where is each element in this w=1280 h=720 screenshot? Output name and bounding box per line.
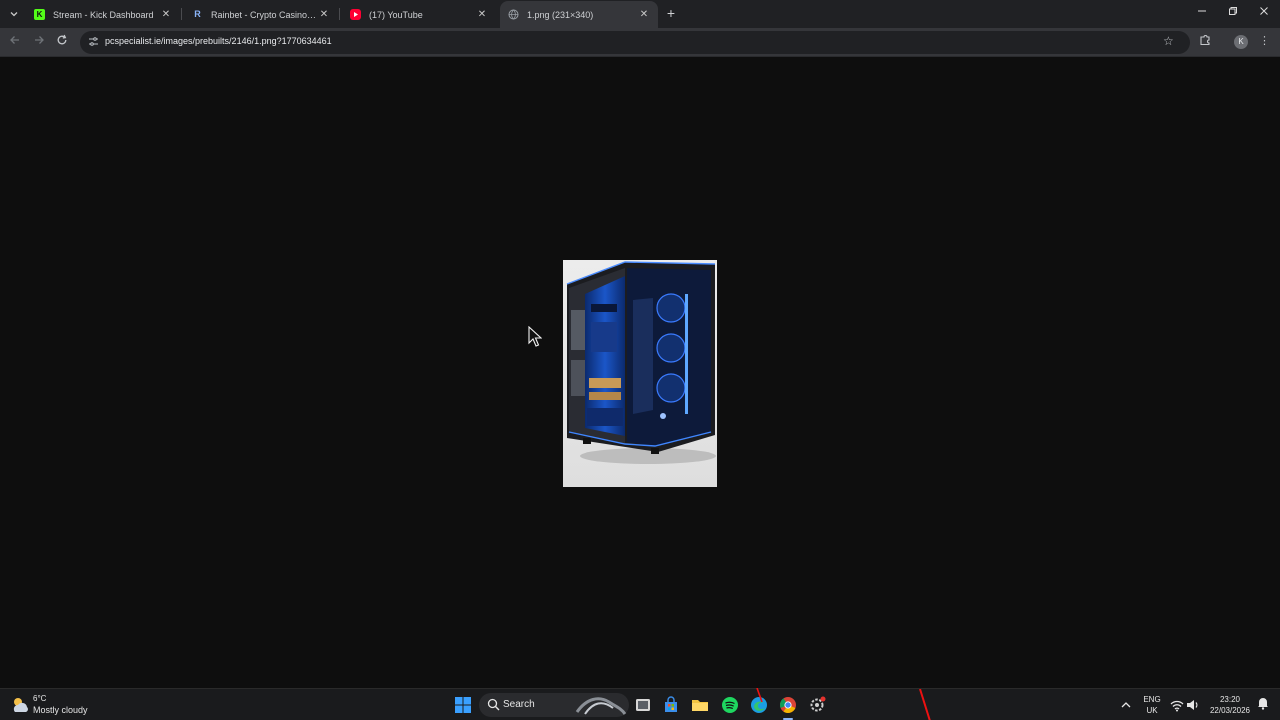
close-icon[interactable]: ✕ — [476, 9, 488, 20]
browser-toolbar: pcspecialist.ie/images/prebuilts/2146/1.… — [0, 28, 1280, 57]
folder-icon — [692, 700, 708, 711]
bell-icon — [1258, 698, 1268, 710]
close-icon[interactable]: ✕ — [160, 9, 172, 20]
tab-divider — [339, 8, 340, 20]
clock-date[interactable]: 22/03/2026 — [1205, 706, 1255, 715]
weather-description[interactable]: Mostly cloudy — [33, 705, 88, 715]
tab-title: (17) YouTube — [369, 9, 423, 20]
red-stroke-art — [756, 688, 763, 702]
gear-icon — [810, 696, 826, 712]
close-icon — [1260, 7, 1268, 15]
site-info-icon[interactable] — [87, 36, 100, 49]
language-indicator[interactable]: ENG — [1141, 695, 1163, 704]
weather-cloudy-icon[interactable] — [10, 695, 30, 718]
spotify-button[interactable] — [721, 696, 739, 714]
browser-window: K Stream - Kick Dashboard ✕ R Rainbet - … — [0, 0, 1280, 720]
tab-rainbet[interactable]: R Rainbet - Crypto Casino & Sports ✕ — [184, 1, 338, 28]
tab-image-active[interactable]: 1.png (231×340) ✕ — [500, 1, 658, 28]
tab-title: 1.png (231×340) — [527, 9, 594, 20]
back-button[interactable] — [6, 33, 24, 51]
close-icon[interactable]: ✕ — [318, 9, 330, 20]
show-hidden-icons-button[interactable] — [1117, 696, 1135, 714]
speaker-icon — [1187, 700, 1198, 710]
chrome-button[interactable] — [779, 696, 797, 714]
weather-temperature[interactable]: 6°C — [33, 694, 46, 703]
search-icon — [487, 698, 500, 711]
task-view-button[interactable] — [634, 696, 652, 714]
spotify-icon — [722, 697, 738, 713]
profile-avatar[interactable]: K — [1234, 35, 1248, 49]
chrome-icon — [780, 697, 796, 713]
volume-button[interactable] — [1184, 696, 1202, 714]
minimize-button[interactable] — [1192, 3, 1212, 23]
puzzle-icon — [1200, 35, 1210, 46]
minimize-icon — [1198, 10, 1206, 12]
extensions-button[interactable] — [1199, 33, 1213, 47]
kick-icon: K — [34, 9, 45, 20]
file-explorer-button[interactable] — [691, 696, 709, 714]
forward-button[interactable] — [30, 33, 48, 51]
windows-logo-icon — [455, 697, 471, 713]
search-label: Search — [503, 699, 535, 710]
reload-button[interactable] — [53, 33, 71, 51]
settings-app-button[interactable] — [808, 696, 826, 714]
task-view-icon — [636, 699, 650, 711]
notifications-button[interactable] — [1256, 696, 1274, 714]
image-viewer — [0, 58, 1280, 688]
close-icon[interactable]: ✕ — [638, 9, 650, 20]
tab-kick-dashboard[interactable]: K Stream - Kick Dashboard ✕ — [26, 1, 180, 28]
restore-icon — [1229, 7, 1237, 15]
tab-strip: K Stream - Kick Dashboard ✕ R Rainbet - … — [0, 0, 1280, 28]
red-stroke-art — [919, 689, 931, 720]
window-close-button[interactable] — [1254, 3, 1274, 23]
tab-divider — [181, 8, 182, 20]
keyboard-layout-indicator[interactable]: UK — [1141, 706, 1163, 715]
microsoft-store-button[interactable] — [662, 696, 680, 714]
chevron-down-icon — [10, 12, 18, 17]
search-highlight-art — [575, 697, 627, 715]
address-bar[interactable]: pcspecialist.ie/images/prebuilts/2146/1.… — [80, 31, 1190, 54]
chevron-up-icon — [1121, 702, 1131, 708]
pc-case-graphic — [563, 260, 717, 487]
globe-icon — [508, 9, 519, 20]
youtube-icon — [350, 9, 361, 20]
tab-title: Stream - Kick Dashboard — [53, 9, 154, 20]
windows-start-button[interactable] — [454, 696, 472, 714]
more-menu-icon[interactable]: ⋮ — [1259, 34, 1270, 47]
tab-search-button[interactable] — [4, 4, 24, 24]
new-tab-button[interactable]: + — [664, 5, 678, 21]
url-text[interactable]: pcspecialist.ie/images/prebuilts/2146/1.… — [105, 36, 332, 46]
arrow-right-icon — [35, 36, 44, 44]
clock-time[interactable]: 23:20 — [1205, 695, 1255, 704]
pc-case-image[interactable] — [563, 260, 717, 487]
arrow-left-icon — [10, 36, 19, 44]
store-icon — [665, 696, 677, 712]
mouse-cursor-icon — [528, 326, 542, 347]
restore-button[interactable] — [1223, 3, 1243, 23]
bookmark-star-icon[interactable]: ☆ — [1163, 34, 1174, 48]
tab-youtube[interactable]: (17) YouTube ✕ — [342, 1, 496, 28]
reload-icon — [57, 34, 67, 45]
rainbet-icon: R — [194, 9, 201, 19]
taskbar-search[interactable]: Search — [479, 693, 629, 717]
tab-title: Rainbet - Crypto Casino & Sports — [211, 9, 318, 20]
edge-button[interactable] — [750, 688, 768, 714]
windows-taskbar: 6°C Mostly cloudy Search ENG UK 23:20 22… — [0, 688, 1280, 720]
